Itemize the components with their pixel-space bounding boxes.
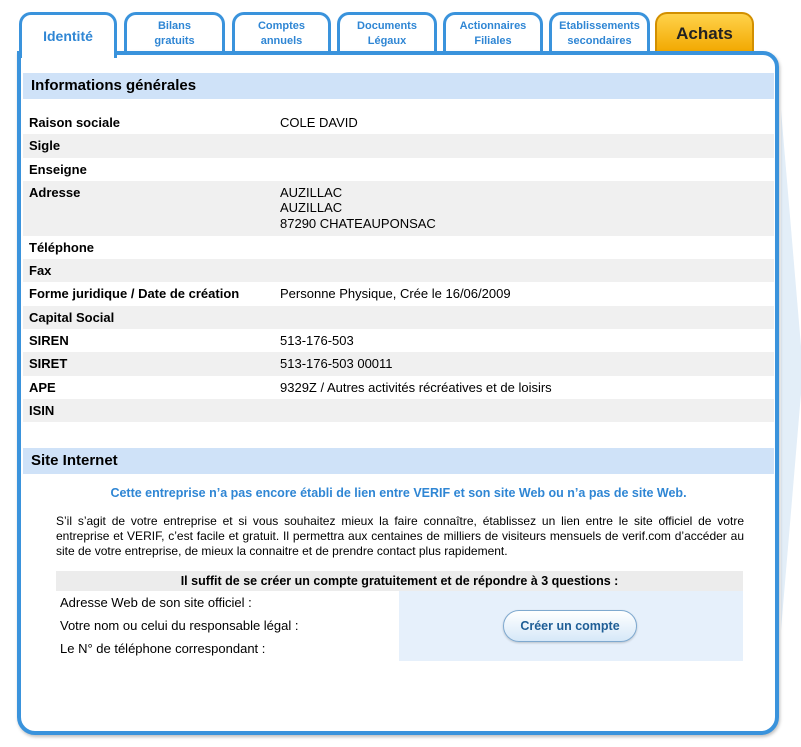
info-row: SIRET 513-176-503 00011 [23, 352, 774, 376]
tab-actionnaires-filiales[interactable]: Actionnaires Filiales [443, 12, 543, 52]
row-label: ISIN [29, 402, 55, 418]
row-label: Forme juridique / Date de création [29, 286, 240, 302]
button-area: Créer un compte [399, 591, 743, 661]
row-value: COLE DAVID [280, 115, 358, 130]
info-row: APE 9329Z / Autres activités récréatives… [23, 376, 774, 399]
tab-documents-legaux[interactable]: Documents Légaux [337, 12, 437, 52]
info-row: Raison sociale COLE DAVID [23, 111, 774, 134]
tab-documents-label: Documents Légaux [357, 19, 417, 47]
section-heading-site: Site Internet [23, 448, 774, 474]
info-row: Enseigne [23, 158, 774, 181]
row-label: Téléphone [29, 239, 95, 255]
question-name: Votre nom ou celui du responsable légal … [60, 618, 299, 633]
row-value: Personne Physique, Crée le 16/06/2009 [280, 286, 511, 302]
site-notice-title: Cette entreprise n’a pas encore établi d… [110, 486, 687, 500]
row-value [280, 263, 774, 282]
row-label: APE [29, 379, 56, 395]
question-website: Adresse Web de son site officiel : [60, 595, 252, 610]
row-label: SIRET [29, 356, 68, 372]
tab-comptes-annuels[interactable]: Comptes annuels [232, 12, 331, 52]
tab-actionnaires-label: Actionnaires Filiales [459, 19, 527, 47]
row-label: Adresse [29, 184, 81, 200]
tab-identite[interactable]: Identité [19, 12, 117, 58]
questions-list: Adresse Web de son site officiel : Votre… [56, 591, 399, 661]
info-row: Téléphone [23, 236, 774, 259]
row-value [280, 138, 774, 157]
row-label: Fax [29, 263, 52, 279]
tab-bilans-label: Bilans gratuits [154, 19, 195, 47]
create-account-button[interactable]: Créer un compte [503, 610, 637, 642]
row-label: Capital Social [29, 309, 115, 325]
row-value: AUZILLAC AUZILLAC 87290 CHATEAUPONSAC [280, 184, 436, 231]
questions-box: Il suffit de se créer un compte gratuite… [56, 571, 743, 661]
tab-comptes-label: Comptes annuels [257, 19, 306, 47]
row-value [280, 162, 774, 181]
tab-etablissements-label: Etablissements secondaires [559, 19, 640, 47]
info-row: Sigle [23, 134, 774, 158]
info-row: SIREN 513-176-503 [23, 329, 774, 352]
question-phone: Le N° de téléphone correspondant : [60, 641, 266, 656]
info-row: Fax [23, 259, 774, 283]
info-row: ISIN [23, 398, 774, 423]
info-row: Forme juridique / Date de création Perso… [23, 282, 774, 305]
section-heading-info: Informations générales [23, 73, 774, 99]
tab-identite-label: Identité [43, 28, 93, 44]
row-label: Sigle [29, 138, 61, 154]
row-label: Enseigne [29, 161, 87, 177]
tab-achats[interactable]: Achats [655, 12, 754, 52]
row-label: Raison sociale [29, 115, 121, 130]
row-value: 513-176-503 [280, 333, 354, 349]
row-value [280, 240, 774, 259]
row-value [280, 403, 774, 422]
row-value: 9329Z / Autres activités récréatives et … [280, 379, 552, 395]
info-table: Raison sociale COLE DAVID Sigle Enseigne… [23, 111, 774, 423]
row-label: SIREN [29, 333, 69, 349]
info-row: Adresse AUZILLAC AUZILLAC 87290 CHATEAUP… [23, 180, 774, 236]
questions-heading: Il suffit de se créer un compte gratuite… [56, 571, 743, 591]
tab-achats-label: Achats [676, 23, 733, 43]
tab-bilans-gratuits[interactable]: Bilans gratuits [124, 12, 225, 52]
tab-etablissements-secondaires[interactable]: Etablissements secondaires [549, 12, 650, 52]
decorative-arrow [781, 110, 801, 630]
row-value: 513-176-503 00011 [280, 356, 393, 372]
info-row: Capital Social [23, 305, 774, 330]
row-value [280, 310, 774, 329]
site-notice-paragraph: S’il s’agit de votre entreprise et si vo… [56, 514, 744, 558]
